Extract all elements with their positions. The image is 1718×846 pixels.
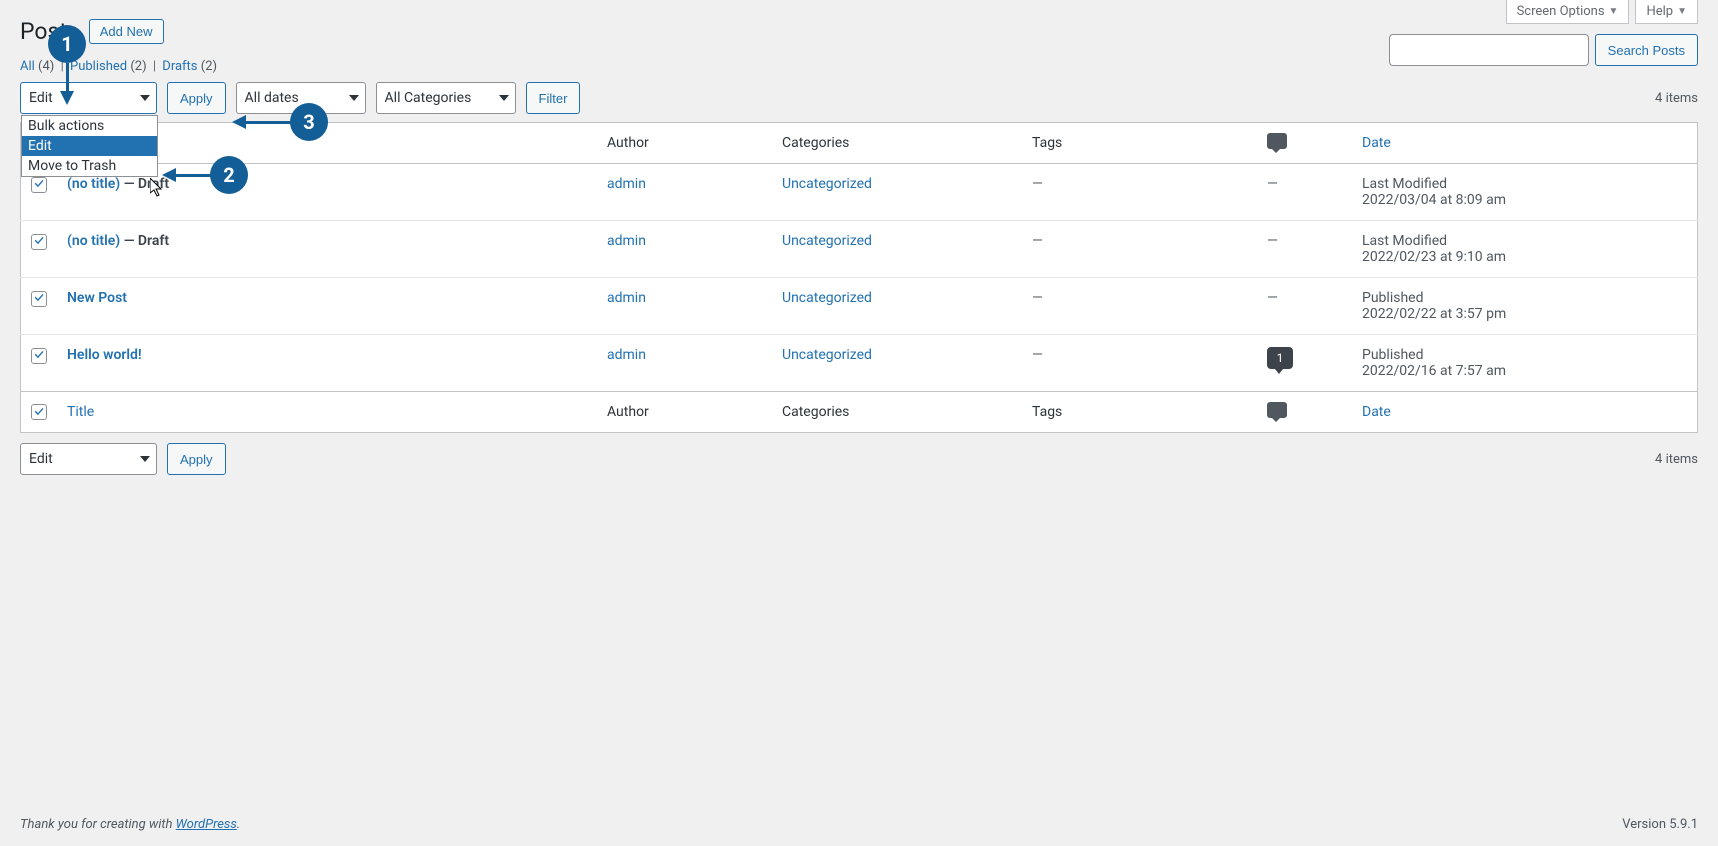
category-link[interactable]: Uncategorized: [782, 290, 872, 306]
bulk-option-edit[interactable]: Edit: [22, 136, 157, 156]
select-all-checkbox-bottom[interactable]: [31, 404, 47, 420]
filter-drafts-link[interactable]: Drafts (2): [162, 59, 217, 74]
post-title-link[interactable]: (no title): [67, 233, 120, 249]
footer-thanks: Thank you for creating with WordPress.: [20, 817, 240, 832]
comments-value: —: [1267, 290, 1278, 306]
column-header-tags[interactable]: Tags: [1022, 123, 1257, 164]
row-checkbox[interactable]: [31, 291, 47, 307]
column-header-categories[interactable]: Categories: [772, 123, 1022, 164]
annotation-badge-1: 1: [48, 25, 86, 63]
column-header-date[interactable]: Date: [1362, 135, 1391, 151]
bulk-actions-select[interactable]: Edit Bulk actions Edit Move to Trash: [20, 82, 157, 114]
chevron-down-icon: [499, 95, 509, 101]
search-input[interactable]: [1389, 34, 1589, 66]
post-title-link[interactable]: Hello world!: [67, 347, 142, 363]
search-button[interactable]: Search Posts: [1595, 34, 1698, 66]
apply-button-bottom[interactable]: Apply: [167, 443, 226, 475]
annotation-badge-2: 2: [210, 156, 248, 194]
category-link[interactable]: Uncategorized: [782, 233, 872, 249]
date-status: Last Modified: [1362, 233, 1687, 249]
items-count-bottom: 4 items: [1655, 452, 1698, 467]
bulk-actions-bottom-selected: Edit: [29, 451, 53, 467]
column-footer-date[interactable]: Date: [1362, 404, 1391, 420]
chevron-down-icon: [349, 95, 359, 101]
items-count-top: 4 items: [1655, 91, 1698, 106]
category-link[interactable]: Uncategorized: [782, 347, 872, 363]
tags-value: —: [1032, 233, 1043, 249]
add-new-button[interactable]: Add New: [89, 19, 164, 44]
date-value: 2022/02/23 at 9:10 am: [1362, 249, 1687, 265]
date-value: 2022/02/16 at 7:57 am: [1362, 363, 1687, 379]
comments-value: —: [1267, 176, 1278, 192]
filter-button[interactable]: Filter: [526, 82, 581, 114]
filter-all-link[interactable]: All (4): [20, 59, 54, 74]
column-footer-title[interactable]: Title: [67, 404, 94, 420]
tags-value: —: [1032, 176, 1043, 192]
date-value: 2022/02/22 at 3:57 pm: [1362, 306, 1687, 322]
category-filter-select[interactable]: All Categories: [376, 82, 516, 114]
annotation-arrow-line: [175, 174, 211, 177]
date-value: 2022/03/04 at 8:09 am: [1362, 192, 1687, 208]
bulk-actions-select-bottom[interactable]: Edit: [20, 443, 157, 475]
category-filter-selected: All Categories: [385, 90, 472, 106]
date-filter-selected: All dates: [245, 90, 299, 106]
filter-published-link[interactable]: Published (2): [70, 59, 147, 74]
column-footer-tags[interactable]: Tags: [1022, 392, 1257, 433]
annotation-arrow-head: [232, 115, 246, 129]
apply-button-top[interactable]: Apply: [167, 82, 226, 114]
column-header-author[interactable]: Author: [597, 123, 772, 164]
cursor-icon: [150, 178, 166, 198]
bulk-actions-dropdown: Bulk actions Edit Move to Trash: [21, 115, 158, 177]
column-footer-comments[interactable]: [1257, 392, 1352, 433]
column-footer-categories[interactable]: Categories: [772, 392, 1022, 433]
chevron-down-icon: [140, 95, 150, 101]
date-status: Published: [1362, 347, 1687, 363]
tags-value: —: [1032, 347, 1043, 363]
table-row: (no title) — DraftadminUncategorized——La…: [21, 164, 1698, 221]
bulk-option-trash[interactable]: Move to Trash: [22, 156, 157, 176]
author-link[interactable]: admin: [607, 290, 646, 306]
footer-wordpress-link[interactable]: WordPress: [176, 817, 237, 832]
comment-icon: [1267, 133, 1287, 149]
table-row: (no title) — Draft admin Uncategorized — — La…: [21, 221, 1698, 278]
bulk-option-bulk-actions[interactable]: Bulk actions: [22, 116, 157, 136]
bulk-actions-selected: Edit: [29, 90, 53, 106]
posts-table: Title Author Categories Tags Date (no ti…: [20, 122, 1698, 433]
comments-value: —: [1267, 233, 1278, 249]
date-status: Last Modified: [1362, 176, 1687, 192]
annotation-arrow-line: [66, 63, 69, 91]
author-link[interactable]: admin: [607, 347, 646, 363]
annotation-arrow-head: [60, 91, 74, 105]
chevron-down-icon: [140, 456, 150, 462]
category-link[interactable]: Uncategorized: [782, 176, 872, 192]
author-link[interactable]: admin: [607, 176, 646, 192]
tags-value: —: [1032, 290, 1043, 306]
table-row: Hello world! admin Uncategorized — 1 Publishe…: [21, 335, 1698, 392]
row-checkbox[interactable]: [31, 348, 47, 364]
post-state: — Draft: [120, 233, 169, 249]
column-header-comments[interactable]: [1257, 123, 1352, 164]
annotation-arrow-line: [245, 121, 291, 124]
row-checkbox[interactable]: [31, 234, 47, 250]
post-title-link[interactable]: New Post: [67, 290, 127, 306]
row-checkbox[interactable]: [31, 177, 47, 193]
annotation-badge-3: 3: [290, 103, 328, 141]
date-status: Published: [1362, 290, 1687, 306]
comment-count-bubble[interactable]: 1: [1267, 347, 1293, 369]
post-title-link[interactable]: (no title): [67, 176, 120, 192]
comment-icon: [1267, 402, 1287, 418]
column-footer-author[interactable]: Author: [597, 392, 772, 433]
author-link[interactable]: admin: [607, 233, 646, 249]
footer-version: Version 5.9.1: [1622, 817, 1698, 832]
table-row: New Post admin Uncategorized — — Published202…: [21, 278, 1698, 335]
